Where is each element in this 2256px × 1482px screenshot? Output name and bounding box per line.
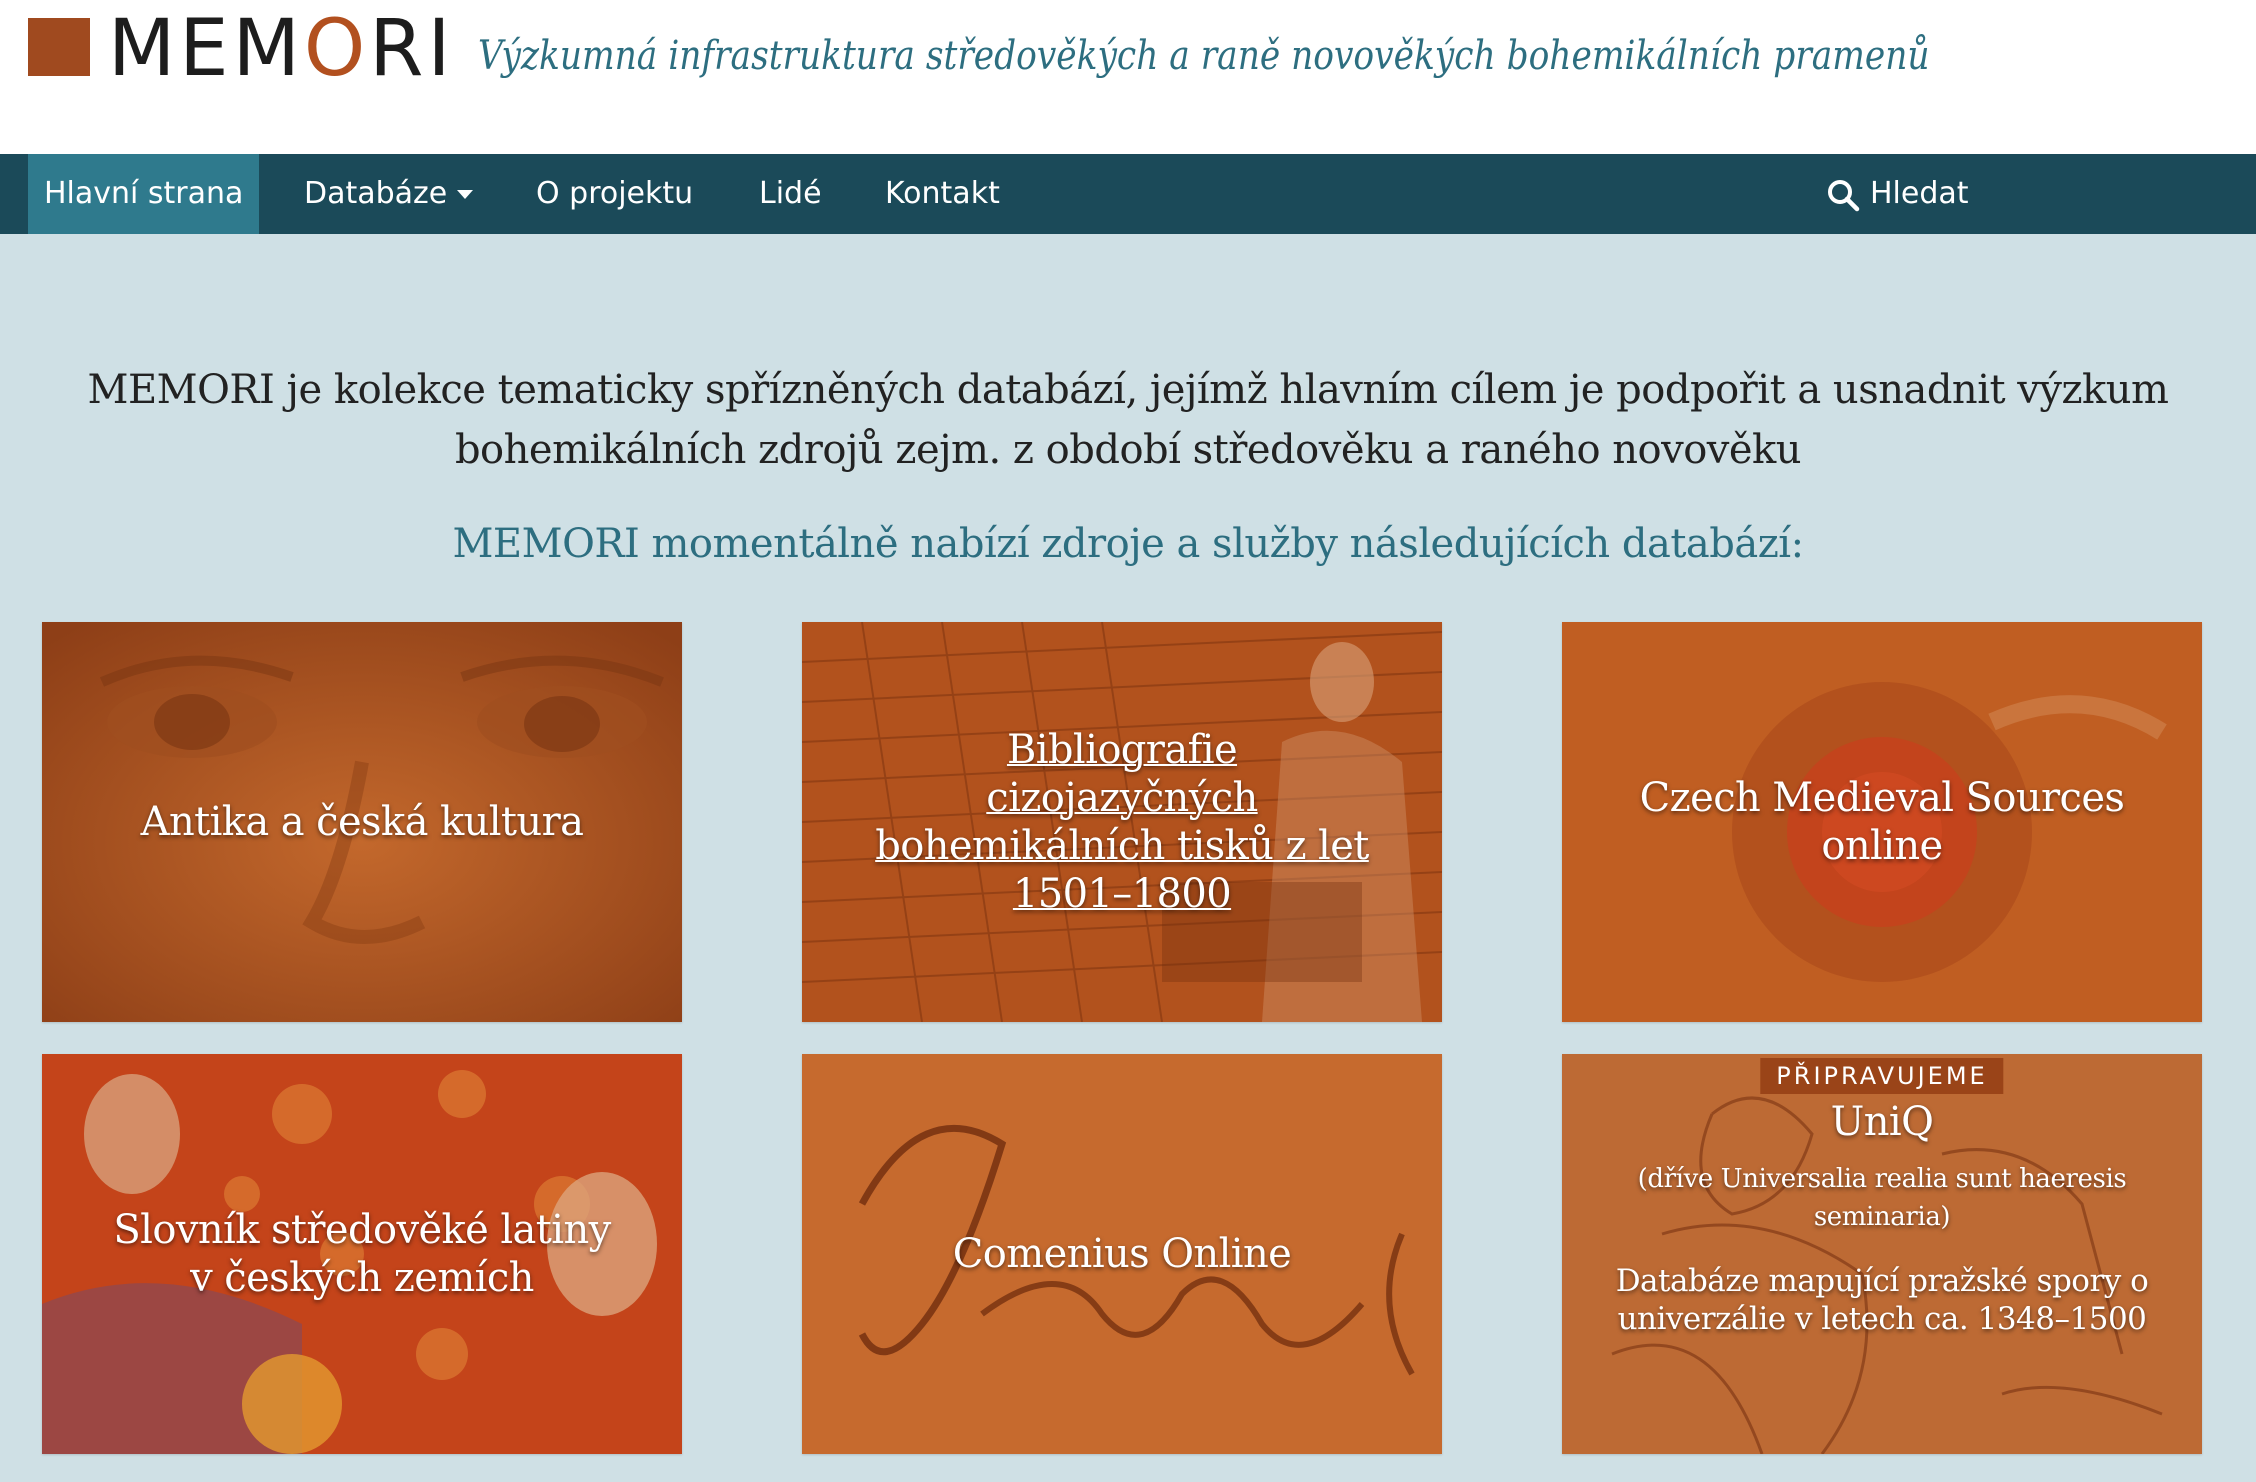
database-card-cms[interactable]: Czech Medieval Sources online bbox=[1562, 622, 2202, 1022]
card-content: Slovník středověké latiny v českých zemí… bbox=[72, 1054, 652, 1454]
nav-databases-label: Databáze bbox=[304, 176, 448, 211]
database-card-antika[interactable]: Antika a česká kultura bbox=[42, 622, 682, 1022]
nav-contact[interactable]: Kontakt bbox=[885, 154, 1000, 234]
database-card-uniq[interactable]: PŘIPRAVUJEME UniQ (dříve Universalia rea… bbox=[1562, 1054, 2202, 1454]
nav-about[interactable]: O projektu bbox=[536, 154, 693, 234]
nav-home[interactable]: Hlavní strana bbox=[28, 154, 260, 234]
card-subtitle: (dříve Universalia realia sunt haeresis … bbox=[1637, 1164, 2127, 1232]
card-title-link[interactable]: Bibliografie cizojazyčných bohemikálních… bbox=[875, 726, 1369, 918]
card-title: Antika a česká kultura bbox=[140, 799, 584, 845]
logo-square[interactable] bbox=[28, 18, 90, 76]
card-title: UniQ bbox=[1830, 1099, 1934, 1145]
card-description: Databáze mapující pražské spory o univer… bbox=[1615, 1263, 2149, 1337]
card-title-line: Czech Medieval Sources bbox=[1639, 775, 2125, 821]
card-title-line: Bibliografie bbox=[1006, 727, 1238, 773]
card-content: PŘIPRAVUJEME UniQ (dříve Universalia rea… bbox=[1592, 1054, 2172, 1454]
database-card-comenius[interactable]: Comenius Online bbox=[802, 1054, 1442, 1454]
chevron-down-icon bbox=[457, 190, 474, 199]
card-title-line: 1501–1800 bbox=[1012, 871, 1232, 917]
search-label: Hledat bbox=[1870, 176, 1969, 211]
intro-line-2: bohemikálních zdrojů zejm. z období stře… bbox=[454, 427, 1802, 473]
card-title-line: bohemikálních tisků z let bbox=[875, 823, 1369, 869]
card-title-line: online bbox=[1821, 823, 1943, 869]
site-header: MEMORI Výzkumná infrastruktura středověk… bbox=[0, 0, 2256, 154]
card-title-line: Slovník středověké latiny bbox=[113, 1207, 611, 1253]
card-title-line: v českých zemích bbox=[190, 1255, 534, 1301]
card-title: Comenius Online bbox=[952, 1231, 1292, 1277]
logo-wordmark[interactable]: MEMORI bbox=[108, 4, 455, 94]
search-button[interactable]: Hledat bbox=[1826, 154, 1969, 234]
intro-line-1: MEMORI je kolekce tematicky spřízněných … bbox=[87, 367, 2169, 413]
intro-text: MEMORI je kolekce tematicky spřízněných … bbox=[60, 360, 2196, 480]
card-title: Czech Medieval Sources online bbox=[1640, 774, 2125, 870]
status-badge: PŘIPRAVUJEME bbox=[1760, 1058, 2004, 1094]
main-navigation: Hlavní strana Databáze O projektu Lidé K… bbox=[0, 154, 2256, 234]
card-content: Antika a česká kultura bbox=[72, 622, 652, 1022]
card-title-line: cizojazyčných bbox=[986, 775, 1258, 821]
databases-heading: MEMORI momentálně nabízí zdroje a služby… bbox=[452, 521, 1804, 567]
card-content: Bibliografie cizojazyčných bohemikálních… bbox=[832, 622, 1412, 1022]
card-title: Slovník středověké latiny v českých zemí… bbox=[113, 1206, 611, 1302]
database-card-slovnik[interactable]: Slovník středověké latiny v českých zemí… bbox=[42, 1054, 682, 1454]
database-card-bibliografie[interactable]: Bibliografie cizojazyčných bohemikálních… bbox=[802, 622, 1442, 1022]
card-content: Czech Medieval Sources online bbox=[1592, 622, 2172, 1022]
nav-people[interactable]: Lidé bbox=[759, 154, 822, 234]
nav-databases[interactable]: Databáze bbox=[304, 154, 474, 234]
card-content: Comenius Online bbox=[832, 1054, 1412, 1454]
site-tagline: Výzkumná infrastruktura středověkých a r… bbox=[478, 33, 1930, 79]
search-icon bbox=[1828, 179, 1860, 211]
